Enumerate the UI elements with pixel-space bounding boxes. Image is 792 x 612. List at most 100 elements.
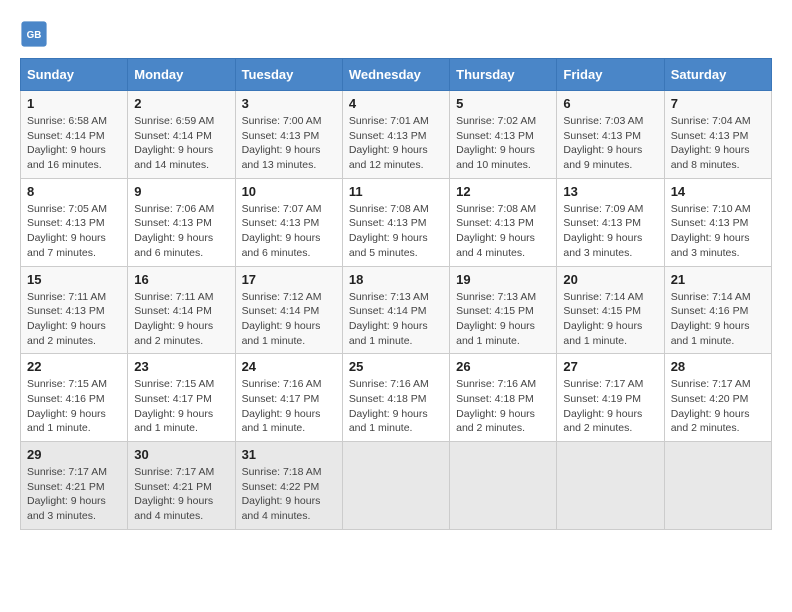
day-info: Sunrise: 7:08 AM Sunset: 4:13 PM Dayligh… bbox=[349, 202, 443, 261]
day-info: Sunrise: 7:06 AM Sunset: 4:13 PM Dayligh… bbox=[134, 202, 228, 261]
table-row: 20 Sunrise: 7:14 AM Sunset: 4:15 PM Dayli… bbox=[557, 266, 664, 354]
weekday-header-wednesday: Wednesday bbox=[342, 59, 449, 91]
day-info: Sunrise: 7:15 AM Sunset: 4:16 PM Dayligh… bbox=[27, 377, 121, 436]
day-number: 14 bbox=[671, 184, 765, 199]
day-number: 29 bbox=[27, 447, 121, 462]
day-number: 16 bbox=[134, 272, 228, 287]
day-info: Sunrise: 7:00 AM Sunset: 4:13 PM Dayligh… bbox=[242, 114, 336, 173]
day-info: Sunrise: 7:11 AM Sunset: 4:14 PM Dayligh… bbox=[134, 290, 228, 349]
weekday-header-saturday: Saturday bbox=[664, 59, 771, 91]
page-header: GB bbox=[20, 20, 772, 48]
day-info: Sunrise: 6:58 AM Sunset: 4:14 PM Dayligh… bbox=[27, 114, 121, 173]
day-number: 2 bbox=[134, 96, 228, 111]
table-row: 5 Sunrise: 7:02 AM Sunset: 4:13 PM Daylig… bbox=[450, 91, 557, 179]
day-info: Sunrise: 7:08 AM Sunset: 4:13 PM Dayligh… bbox=[456, 202, 550, 261]
table-row: 28Sunrise: 7:17 AM Sunset: 4:20 PM Dayli… bbox=[664, 354, 771, 442]
day-info: Sunrise: 7:07 AM Sunset: 4:13 PM Dayligh… bbox=[242, 202, 336, 261]
table-row: 8Sunrise: 7:05 AM Sunset: 4:13 PM Daylig… bbox=[21, 178, 128, 266]
day-number: 31 bbox=[242, 447, 336, 462]
table-row: 7 Sunrise: 7:04 AM Sunset: 4:13 PM Daylig… bbox=[664, 91, 771, 179]
calendar-header: SundayMondayTuesdayWednesdayThursdayFrid… bbox=[21, 59, 772, 91]
day-info: Sunrise: 7:03 AM Sunset: 4:13 PM Dayligh… bbox=[563, 114, 657, 173]
table-row bbox=[557, 442, 664, 530]
day-info: Sunrise: 7:11 AM Sunset: 4:13 PM Dayligh… bbox=[27, 290, 121, 349]
day-info: Sunrise: 7:10 AM Sunset: 4:13 PM Dayligh… bbox=[671, 202, 765, 261]
table-row: 12 Sunrise: 7:08 AM Sunset: 4:13 PM Dayli… bbox=[450, 178, 557, 266]
day-number: 7 bbox=[671, 96, 765, 111]
day-number: 15 bbox=[27, 272, 121, 287]
table-row: 19 Sunrise: 7:13 AM Sunset: 4:15 PM Dayli… bbox=[450, 266, 557, 354]
table-row: 30Sunrise: 7:17 AM Sunset: 4:21 PM Dayli… bbox=[128, 442, 235, 530]
day-number: 13 bbox=[563, 184, 657, 199]
day-number: 20 bbox=[563, 272, 657, 287]
day-number: 17 bbox=[242, 272, 336, 287]
table-row: 31Sunrise: 7:18 AM Sunset: 4:22 PM Dayli… bbox=[235, 442, 342, 530]
day-info: Sunrise: 7:14 AM Sunset: 4:15 PM Dayligh… bbox=[563, 290, 657, 349]
table-row: 9 Sunrise: 7:06 AM Sunset: 4:13 PM Daylig… bbox=[128, 178, 235, 266]
day-info: Sunrise: 7:01 AM Sunset: 4:13 PM Dayligh… bbox=[349, 114, 443, 173]
weekday-header-tuesday: Tuesday bbox=[235, 59, 342, 91]
table-row: 24 Sunrise: 7:16 AM Sunset: 4:17 PM Dayli… bbox=[235, 354, 342, 442]
day-info: Sunrise: 7:13 AM Sunset: 4:14 PM Dayligh… bbox=[349, 290, 443, 349]
weekday-header-sunday: Sunday bbox=[21, 59, 128, 91]
day-number: 22 bbox=[27, 359, 121, 374]
day-info: Sunrise: 7:17 AM Sunset: 4:19 PM Dayligh… bbox=[563, 377, 657, 436]
calendar-week-row: 15 Sunrise: 7:11 AM Sunset: 4:13 PM Dayli… bbox=[21, 266, 772, 354]
logo: GB bbox=[20, 20, 52, 48]
table-row: 18 Sunrise: 7:13 AM Sunset: 4:14 PM Dayli… bbox=[342, 266, 449, 354]
day-info: Sunrise: 7:04 AM Sunset: 4:13 PM Dayligh… bbox=[671, 114, 765, 173]
calendar-body: 1 Sunrise: 6:58 AM Sunset: 4:14 PM Daylig… bbox=[21, 91, 772, 530]
weekday-header-monday: Monday bbox=[128, 59, 235, 91]
calendar-week-row: 8Sunrise: 7:05 AM Sunset: 4:13 PM Daylig… bbox=[21, 178, 772, 266]
day-number: 6 bbox=[563, 96, 657, 111]
svg-text:GB: GB bbox=[27, 30, 42, 41]
day-info: Sunrise: 6:59 AM Sunset: 4:14 PM Dayligh… bbox=[134, 114, 228, 173]
table-row: 1 Sunrise: 6:58 AM Sunset: 4:14 PM Daylig… bbox=[21, 91, 128, 179]
day-number: 24 bbox=[242, 359, 336, 374]
day-info: Sunrise: 7:05 AM Sunset: 4:13 PM Dayligh… bbox=[27, 202, 121, 261]
day-info: Sunrise: 7:14 AM Sunset: 4:16 PM Dayligh… bbox=[671, 290, 765, 349]
table-row: 26Sunrise: 7:16 AM Sunset: 4:18 PM Dayli… bbox=[450, 354, 557, 442]
weekday-header-row: SundayMondayTuesdayWednesdayThursdayFrid… bbox=[21, 59, 772, 91]
calendar-week-row: 29 Sunrise: 7:17 AM Sunset: 4:21 PM Dayli… bbox=[21, 442, 772, 530]
day-number: 5 bbox=[456, 96, 550, 111]
calendar-table: SundayMondayTuesdayWednesdayThursdayFrid… bbox=[20, 58, 772, 530]
calendar-week-row: 22 Sunrise: 7:15 AM Sunset: 4:16 PM Dayli… bbox=[21, 354, 772, 442]
day-info: Sunrise: 7:13 AM Sunset: 4:15 PM Dayligh… bbox=[456, 290, 550, 349]
day-info: Sunrise: 7:15 AM Sunset: 4:17 PM Dayligh… bbox=[134, 377, 228, 436]
day-info: Sunrise: 7:12 AM Sunset: 4:14 PM Dayligh… bbox=[242, 290, 336, 349]
day-info: Sunrise: 7:17 AM Sunset: 4:20 PM Dayligh… bbox=[671, 377, 765, 436]
day-number: 12 bbox=[456, 184, 550, 199]
day-number: 11 bbox=[349, 184, 443, 199]
table-row: 13 Sunrise: 7:09 AM Sunset: 4:13 PM Dayli… bbox=[557, 178, 664, 266]
day-number: 9 bbox=[134, 184, 228, 199]
day-number: 1 bbox=[27, 96, 121, 111]
day-number: 10 bbox=[242, 184, 336, 199]
day-number: 27 bbox=[563, 359, 657, 374]
table-row: 14 Sunrise: 7:10 AM Sunset: 4:13 PM Dayli… bbox=[664, 178, 771, 266]
table-row: 4 Sunrise: 7:01 AM Sunset: 4:13 PM Daylig… bbox=[342, 91, 449, 179]
day-number: 18 bbox=[349, 272, 443, 287]
table-row: 27 Sunrise: 7:17 AM Sunset: 4:19 PM Dayli… bbox=[557, 354, 664, 442]
day-number: 19 bbox=[456, 272, 550, 287]
table-row: 11 Sunrise: 7:08 AM Sunset: 4:13 PM Dayli… bbox=[342, 178, 449, 266]
weekday-header-friday: Friday bbox=[557, 59, 664, 91]
day-info: Sunrise: 7:09 AM Sunset: 4:13 PM Dayligh… bbox=[563, 202, 657, 261]
table-row: 22 Sunrise: 7:15 AM Sunset: 4:16 PM Dayli… bbox=[21, 354, 128, 442]
day-number: 23 bbox=[134, 359, 228, 374]
day-number: 4 bbox=[349, 96, 443, 111]
table-row: 29 Sunrise: 7:17 AM Sunset: 4:21 PM Dayli… bbox=[21, 442, 128, 530]
day-info: Sunrise: 7:16 AM Sunset: 4:18 PM Dayligh… bbox=[349, 377, 443, 436]
day-info: Sunrise: 7:16 AM Sunset: 4:18 PM Dayligh… bbox=[456, 377, 550, 436]
day-info: Sunrise: 7:17 AM Sunset: 4:21 PM Dayligh… bbox=[27, 465, 121, 524]
weekday-header-thursday: Thursday bbox=[450, 59, 557, 91]
table-row bbox=[342, 442, 449, 530]
day-info: Sunrise: 7:02 AM Sunset: 4:13 PM Dayligh… bbox=[456, 114, 550, 173]
day-info: Sunrise: 7:16 AM Sunset: 4:17 PM Dayligh… bbox=[242, 377, 336, 436]
table-row: 10 Sunrise: 7:07 AM Sunset: 4:13 PM Dayli… bbox=[235, 178, 342, 266]
table-row bbox=[450, 442, 557, 530]
table-row: 15 Sunrise: 7:11 AM Sunset: 4:13 PM Dayli… bbox=[21, 266, 128, 354]
day-number: 30 bbox=[134, 447, 228, 462]
table-row: 16 Sunrise: 7:11 AM Sunset: 4:14 PM Dayli… bbox=[128, 266, 235, 354]
table-row: 17 Sunrise: 7:12 AM Sunset: 4:14 PM Dayli… bbox=[235, 266, 342, 354]
